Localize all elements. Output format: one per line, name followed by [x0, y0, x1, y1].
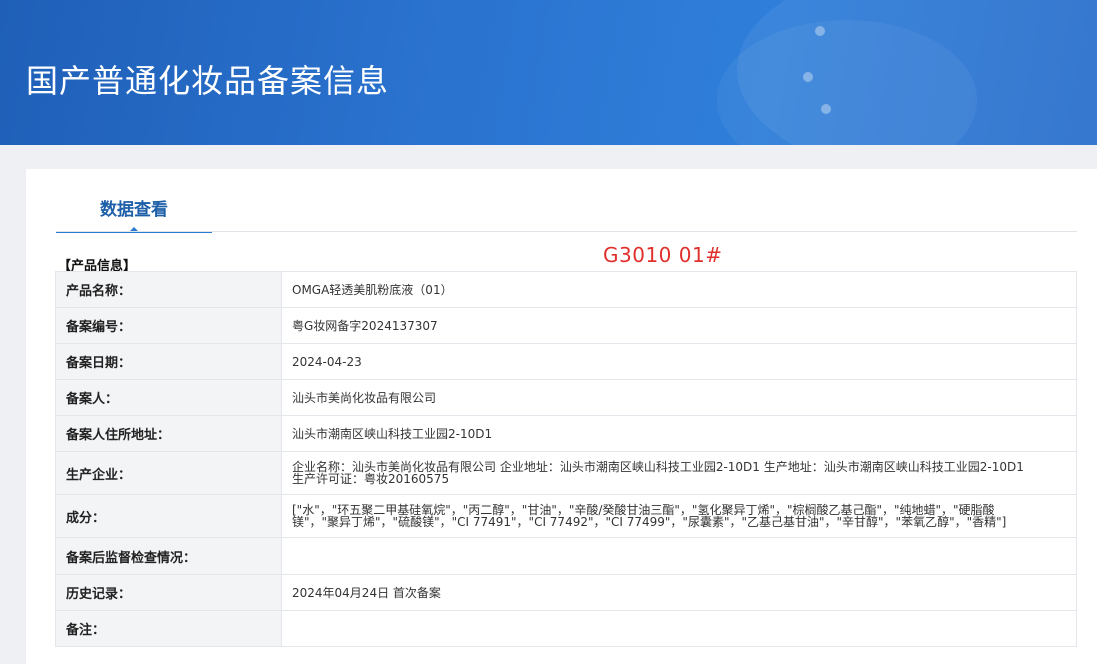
row-value: OMGA轻透美肌粉底液（01）	[281, 271, 1077, 308]
table-row: 备案日期： 2024-04-23	[55, 343, 1077, 380]
row-value: 汕头市潮南区峡山科技工业园2-10D1	[281, 415, 1077, 452]
ingredients-line: 镁"，"聚异丁烯"，"硫酸镁"，"CI 77491"，"CI 77492"，"C…	[292, 515, 1007, 529]
row-value: 2024-04-23	[281, 343, 1077, 380]
row-label: 备案编号：	[55, 307, 282, 344]
tab-caret-icon	[128, 227, 140, 233]
production-license: 生产许可证：粤妆20160575	[292, 472, 450, 486]
row-label: 备案后监督检查情况：	[55, 537, 282, 575]
tab-data-view[interactable]: 数据查看	[56, 195, 212, 233]
row-label: 备案人：	[55, 379, 282, 416]
tab-label: 数据查看	[100, 200, 168, 220]
table-row: 备注：	[55, 610, 1077, 647]
tab-divider	[56, 231, 1077, 232]
row-value	[281, 610, 1077, 647]
table-row: 备案人： 汕头市美尚化妆品有限公司	[55, 379, 1077, 416]
header-banner: 国产普通化妆品备案信息	[0, 0, 1097, 145]
row-label: 成分：	[55, 494, 282, 538]
row-label: 历史记录：	[55, 574, 282, 611]
row-value: 汕头市美尚化妆品有限公司	[281, 379, 1077, 416]
row-value: 粤G妆网备字2024137307	[281, 307, 1077, 344]
table-row: 历史记录： 2024年04月24日 首次备案	[55, 574, 1077, 611]
table-row: 产品名称： OMGA轻透美肌粉底液（01）	[55, 271, 1077, 308]
row-label: 备案日期：	[55, 343, 282, 380]
page-title: 国产普通化妆品备案信息	[26, 62, 390, 100]
content-card: 数据查看 【产品信息】 G3010 01# 产品名称： OMGA轻透美肌粉底液（…	[26, 169, 1097, 664]
row-label: 备案人住所地址：	[55, 415, 282, 452]
row-label: 备注：	[55, 610, 282, 647]
row-value-multiline: 企业名称：汕头市美尚化妆品有限公司 企业地址：汕头市潮南区峡山科技工业园2-10…	[281, 451, 1077, 495]
table-row: 成分： ["水"，"环五聚二甲基硅氧烷"，"丙二醇"，"甘油"，"辛酸/癸酸甘油…	[55, 494, 1077, 538]
row-value	[281, 537, 1077, 575]
row-value-multiline: ["水"，"环五聚二甲基硅氧烷"，"丙二醇"，"甘油"，"辛酸/癸酸甘油三酯"，…	[281, 494, 1077, 538]
product-info-table: 产品名称： OMGA轻透美肌粉底液（01） 备案编号： 粤G妆网备字202413…	[55, 271, 1077, 647]
row-label: 生产企业：	[55, 451, 282, 495]
row-label: 产品名称：	[55, 271, 282, 308]
banner-dots	[797, 20, 837, 120]
handwritten-annotation: G3010 01#	[603, 243, 723, 267]
table-row: 备案人住所地址： 汕头市潮南区峡山科技工业园2-10D1	[55, 415, 1077, 452]
table-row: 备案编号： 粤G妆网备字2024137307	[55, 307, 1077, 344]
row-value: 2024年04月24日 首次备案	[281, 574, 1077, 611]
table-row: 生产企业： 企业名称：汕头市美尚化妆品有限公司 企业地址：汕头市潮南区峡山科技工…	[55, 451, 1077, 495]
table-row: 备案后监督检查情况：	[55, 537, 1077, 575]
